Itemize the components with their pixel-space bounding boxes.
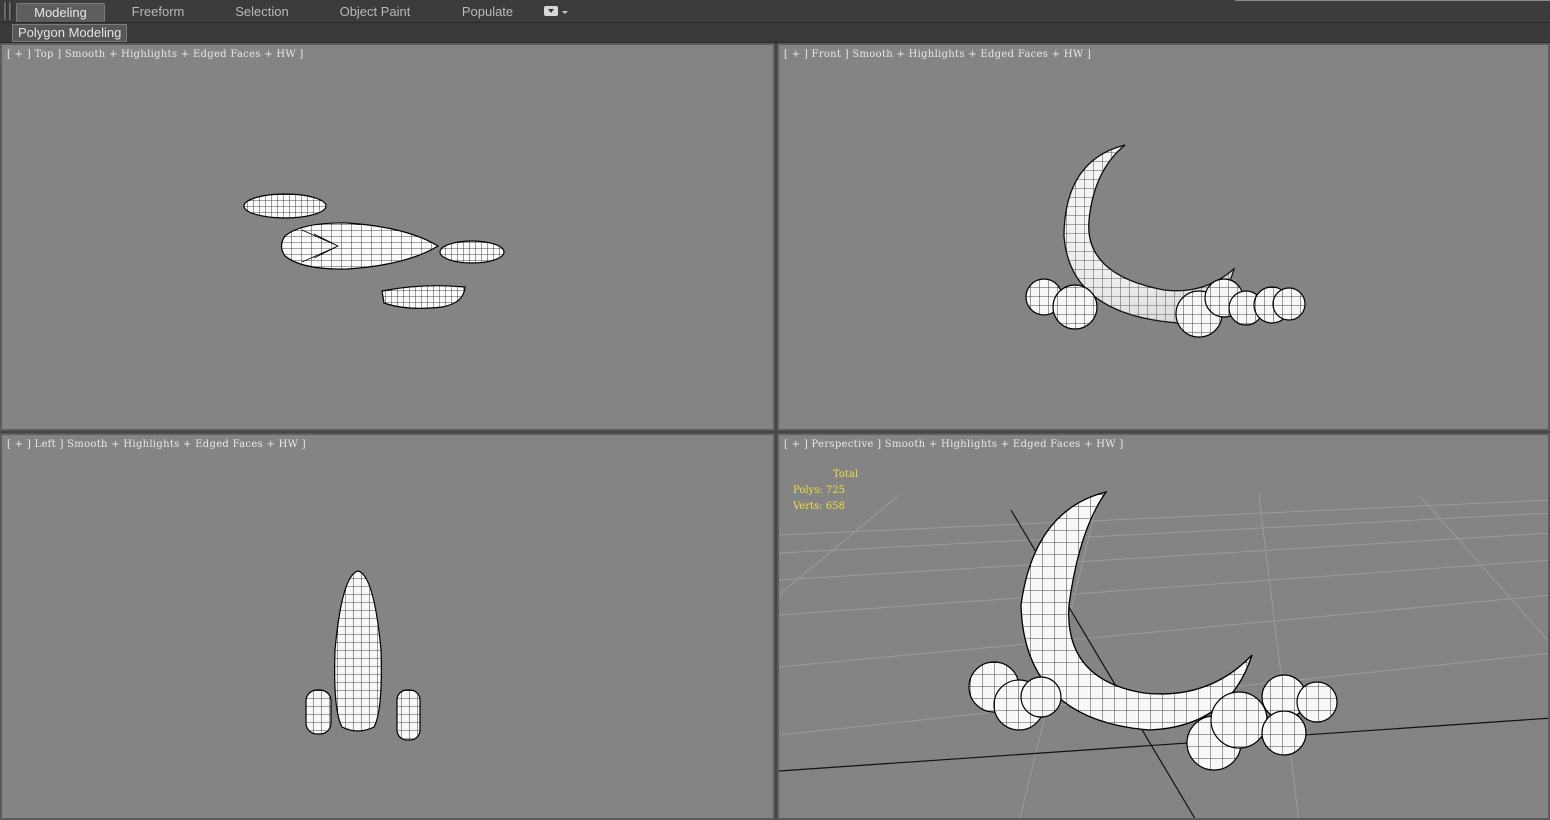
stats-verts: Verts: 658 (793, 499, 858, 515)
viewport-label-front[interactable]: [ + ] Front ] Smooth + Highlights + Edge… (784, 49, 1091, 60)
cloud-mesh-left-b (396, 689, 421, 741)
ribbon-divider (1235, 0, 1550, 1)
viewport-front[interactable]: [ + ] Front ] Smooth + Highlights + Edge… (777, 43, 1550, 431)
front-view-scene (1025, 144, 1306, 338)
home-grid (779, 494, 1548, 818)
moon-mesh-top (280, 222, 440, 270)
viewport-label-left[interactable]: [ + ] Left ] Smooth + Highlights + Edged… (7, 439, 306, 450)
tab-modeling[interactable]: Modeling (16, 3, 105, 22)
stats-polys-label: Polys: (793, 485, 823, 496)
ribbon-panel: Polygon Modeling (0, 23, 1550, 44)
ribbon-menu-icon[interactable] (544, 6, 558, 16)
tab-object-paint[interactable]: Object Paint (330, 3, 420, 21)
statistics-overlay: Total Polys: 725 Verts: 658 (793, 467, 858, 515)
viewport-perspective[interactable]: [ + ] Perspective ] Smooth + Highlights … (777, 433, 1550, 820)
top-view-scene (243, 193, 505, 309)
stats-polys: Polys: 725 (793, 483, 858, 499)
tab-populate[interactable]: Populate (450, 3, 525, 21)
viewport-label-top[interactable]: [ + ] Top ] Smooth + Highlights + Edged … (7, 49, 304, 60)
viewport-top[interactable]: [ + ] Top ] Smooth + Highlights + Edged … (0, 43, 775, 431)
dropdown-arrow-icon[interactable] (562, 11, 568, 14)
viewport-label-perspective[interactable]: [ + ] Perspective ] Smooth + Highlights … (784, 439, 1124, 450)
stats-verts-label: Verts: (793, 501, 823, 512)
ribbon-grip[interactable] (9, 2, 12, 20)
cloud-mesh-left-a (305, 689, 332, 735)
ribbon-tab-bar: Modeling Freeform Selection Object Paint… (0, 0, 1550, 23)
ribbon-grip[interactable] (4, 2, 7, 20)
left-view-scene (305, 570, 421, 741)
tab-selection[interactable]: Selection (222, 3, 302, 21)
viewport-left[interactable]: [ + ] Left ] Smooth + Highlights + Edged… (0, 433, 775, 820)
cloud-mesh-right (439, 240, 505, 264)
tab-freeform[interactable]: Freeform (118, 3, 198, 21)
stats-verts-value: 658 (825, 501, 845, 512)
cloud-mesh-top (243, 193, 327, 219)
cloud-mesh-bottom (381, 285, 466, 309)
polygon-modeling-panel[interactable]: Polygon Modeling (12, 24, 128, 42)
perspective-view-scene (779, 490, 1548, 818)
stats-polys-value: 725 (825, 485, 845, 496)
stats-title: Total (833, 469, 859, 480)
moon-mesh-left (334, 570, 382, 732)
